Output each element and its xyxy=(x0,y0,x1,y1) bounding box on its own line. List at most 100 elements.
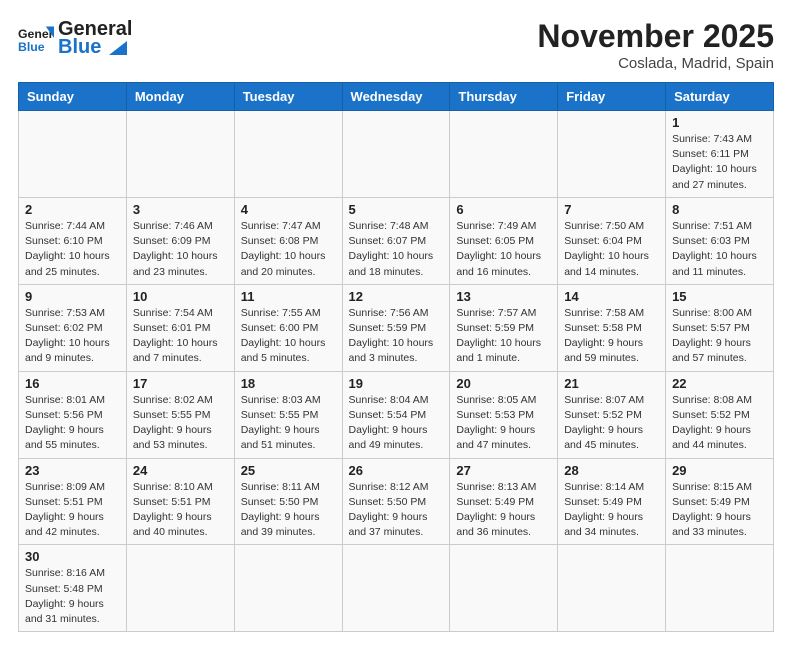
weekday-header-monday: Monday xyxy=(126,83,234,111)
day-number: 24 xyxy=(133,463,228,478)
day-number: 22 xyxy=(672,376,767,391)
day-number: 13 xyxy=(456,289,551,304)
day-number: 21 xyxy=(564,376,659,391)
calendar-cell xyxy=(342,545,450,632)
day-number: 12 xyxy=(349,289,444,304)
day-info: Sunrise: 8:11 AM Sunset: 5:50 PM Dayligh… xyxy=(241,480,336,541)
day-number: 5 xyxy=(349,202,444,217)
day-info: Sunrise: 7:53 AM Sunset: 6:02 PM Dayligh… xyxy=(25,306,120,367)
day-info: Sunrise: 8:03 AM Sunset: 5:55 PM Dayligh… xyxy=(241,393,336,454)
calendar-cell: 29Sunrise: 8:15 AM Sunset: 5:49 PM Dayli… xyxy=(666,458,774,545)
day-number: 7 xyxy=(564,202,659,217)
calendar-cell: 6Sunrise: 7:49 AM Sunset: 6:05 PM Daylig… xyxy=(450,197,558,284)
weekday-header-thursday: Thursday xyxy=(450,83,558,111)
day-number: 17 xyxy=(133,376,228,391)
weekday-header-row: SundayMondayTuesdayWednesdayThursdayFrid… xyxy=(19,83,774,111)
day-info: Sunrise: 8:13 AM Sunset: 5:49 PM Dayligh… xyxy=(456,480,551,541)
weekday-header-tuesday: Tuesday xyxy=(234,83,342,111)
day-number: 18 xyxy=(241,376,336,391)
calendar-cell: 21 Sunrise: 8:07 AM Sunset: 5:52 PM Dayli… xyxy=(558,371,666,458)
calendar-cell: 2 Sunrise: 7:44 AM Sunset: 6:10 PM Daylig… xyxy=(19,197,127,284)
day-info: Sunrise: 7:44 AM Sunset: 6:10 PM Dayligh… xyxy=(25,219,120,280)
day-number: 11 xyxy=(241,289,336,304)
title-block: November 2025 Coslada, Madrid, Spain xyxy=(537,18,774,72)
calendar-cell: 20 Sunrise: 8:05 AM Sunset: 5:53 PM Dayli… xyxy=(450,371,558,458)
calendar-cell: 10Sunrise: 7:54 AM Sunset: 6:01 PM Dayli… xyxy=(126,284,234,371)
logo: General Blue General Blue xyxy=(18,18,132,58)
calendar-cell: 22 Sunrise: 8:08 AM Sunset: 5:52 PM Dayli… xyxy=(666,371,774,458)
day-number: 19 xyxy=(349,376,444,391)
calendar-cell: 30Sunrise: 8:16 AM Sunset: 5:48 PM Dayli… xyxy=(19,545,127,632)
calendar-cell: 1 Sunrise: 7:43 AM Sunset: 6:11 PM Daylig… xyxy=(666,111,774,198)
calendar-cell: 26 Sunrise: 8:12 AM Sunset: 5:50 PM Dayli… xyxy=(342,458,450,545)
day-info: Sunrise: 8:08 AM Sunset: 5:52 PM Dayligh… xyxy=(672,393,767,454)
header: General Blue General Blue November 2025 … xyxy=(18,18,774,72)
day-info: Sunrise: 8:02 AM Sunset: 5:55 PM Dayligh… xyxy=(133,393,228,454)
logo-blue: Blue xyxy=(58,36,132,58)
calendar-cell: 14Sunrise: 7:58 AM Sunset: 5:58 PM Dayli… xyxy=(558,284,666,371)
day-number: 16 xyxy=(25,376,120,391)
week-row-5: 23 Sunrise: 8:09 AM Sunset: 5:51 PM Dayli… xyxy=(19,458,774,545)
calendar-cell: 9 Sunrise: 7:53 AM Sunset: 6:02 PM Daylig… xyxy=(19,284,127,371)
day-info: Sunrise: 7:48 AM Sunset: 6:07 PM Dayligh… xyxy=(349,219,444,280)
day-info: Sunrise: 7:47 AM Sunset: 6:08 PM Dayligh… xyxy=(241,219,336,280)
day-number: 6 xyxy=(456,202,551,217)
calendar-cell xyxy=(19,111,127,198)
day-info: Sunrise: 8:09 AM Sunset: 5:51 PM Dayligh… xyxy=(25,480,120,541)
weekday-header-wednesday: Wednesday xyxy=(342,83,450,111)
calendar-cell: 28Sunrise: 8:14 AM Sunset: 5:49 PM Dayli… xyxy=(558,458,666,545)
calendar-cell: 19Sunrise: 8:04 AM Sunset: 5:54 PM Dayli… xyxy=(342,371,450,458)
day-number: 15 xyxy=(672,289,767,304)
calendar-cell xyxy=(666,545,774,632)
calendar-table: SundayMondayTuesdayWednesdayThursdayFrid… xyxy=(18,82,774,632)
day-number: 23 xyxy=(25,463,120,478)
day-number: 25 xyxy=(241,463,336,478)
day-number: 9 xyxy=(25,289,120,304)
calendar-cell xyxy=(450,545,558,632)
day-number: 1 xyxy=(672,115,767,130)
day-info: Sunrise: 7:57 AM Sunset: 5:59 PM Dayligh… xyxy=(456,306,551,367)
calendar-cell xyxy=(558,545,666,632)
day-info: Sunrise: 7:50 AM Sunset: 6:04 PM Dayligh… xyxy=(564,219,659,280)
calendar-cell xyxy=(126,545,234,632)
calendar-cell: 11 Sunrise: 7:55 AM Sunset: 6:00 PM Dayli… xyxy=(234,284,342,371)
calendar-cell: 27Sunrise: 8:13 AM Sunset: 5:49 PM Dayli… xyxy=(450,458,558,545)
day-number: 10 xyxy=(133,289,228,304)
calendar-cell xyxy=(450,111,558,198)
day-info: Sunrise: 7:58 AM Sunset: 5:58 PM Dayligh… xyxy=(564,306,659,367)
calendar-cell: 8Sunrise: 7:51 AM Sunset: 6:03 PM Daylig… xyxy=(666,197,774,284)
calendar-cell xyxy=(234,545,342,632)
day-number: 28 xyxy=(564,463,659,478)
day-info: Sunrise: 7:55 AM Sunset: 6:00 PM Dayligh… xyxy=(241,306,336,367)
day-info: Sunrise: 8:10 AM Sunset: 5:51 PM Dayligh… xyxy=(133,480,228,541)
page: General Blue General Blue November 2025 … xyxy=(0,0,792,650)
calendar-title: November 2025 xyxy=(537,18,774,55)
week-row-4: 16 Sunrise: 8:01 AM Sunset: 5:56 PM Dayli… xyxy=(19,371,774,458)
calendar-cell xyxy=(558,111,666,198)
day-number: 2 xyxy=(25,202,120,217)
weekday-header-sunday: Sunday xyxy=(19,83,127,111)
day-info: Sunrise: 8:15 AM Sunset: 5:49 PM Dayligh… xyxy=(672,480,767,541)
week-row-3: 9 Sunrise: 7:53 AM Sunset: 6:02 PM Daylig… xyxy=(19,284,774,371)
day-number: 20 xyxy=(456,376,551,391)
day-info: Sunrise: 7:43 AM Sunset: 6:11 PM Dayligh… xyxy=(672,132,767,193)
calendar-cell: 16 Sunrise: 8:01 AM Sunset: 5:56 PM Dayli… xyxy=(19,371,127,458)
calendar-cell: 23 Sunrise: 8:09 AM Sunset: 5:51 PM Dayli… xyxy=(19,458,127,545)
calendar-cell: 15 Sunrise: 8:00 AM Sunset: 5:57 PM Dayli… xyxy=(666,284,774,371)
day-info: Sunrise: 8:12 AM Sunset: 5:50 PM Dayligh… xyxy=(349,480,444,541)
day-number: 26 xyxy=(349,463,444,478)
calendar-cell xyxy=(126,111,234,198)
day-info: Sunrise: 8:00 AM Sunset: 5:57 PM Dayligh… xyxy=(672,306,767,367)
calendar-cell: 13 Sunrise: 7:57 AM Sunset: 5:59 PM Dayli… xyxy=(450,284,558,371)
week-row-2: 2 Sunrise: 7:44 AM Sunset: 6:10 PM Daylig… xyxy=(19,197,774,284)
day-info: Sunrise: 8:07 AM Sunset: 5:52 PM Dayligh… xyxy=(564,393,659,454)
calendar-cell: 17 Sunrise: 8:02 AM Sunset: 5:55 PM Dayli… xyxy=(126,371,234,458)
logo-icon: General Blue xyxy=(18,20,54,56)
day-info: Sunrise: 8:05 AM Sunset: 5:53 PM Dayligh… xyxy=(456,393,551,454)
calendar-cell: 7 Sunrise: 7:50 AM Sunset: 6:04 PM Daylig… xyxy=(558,197,666,284)
calendar-cell: 12Sunrise: 7:56 AM Sunset: 5:59 PM Dayli… xyxy=(342,284,450,371)
calendar-cell: 18 Sunrise: 8:03 AM Sunset: 5:55 PM Dayli… xyxy=(234,371,342,458)
day-number: 8 xyxy=(672,202,767,217)
svg-text:Blue: Blue xyxy=(18,40,45,54)
day-info: Sunrise: 8:01 AM Sunset: 5:56 PM Dayligh… xyxy=(25,393,120,454)
